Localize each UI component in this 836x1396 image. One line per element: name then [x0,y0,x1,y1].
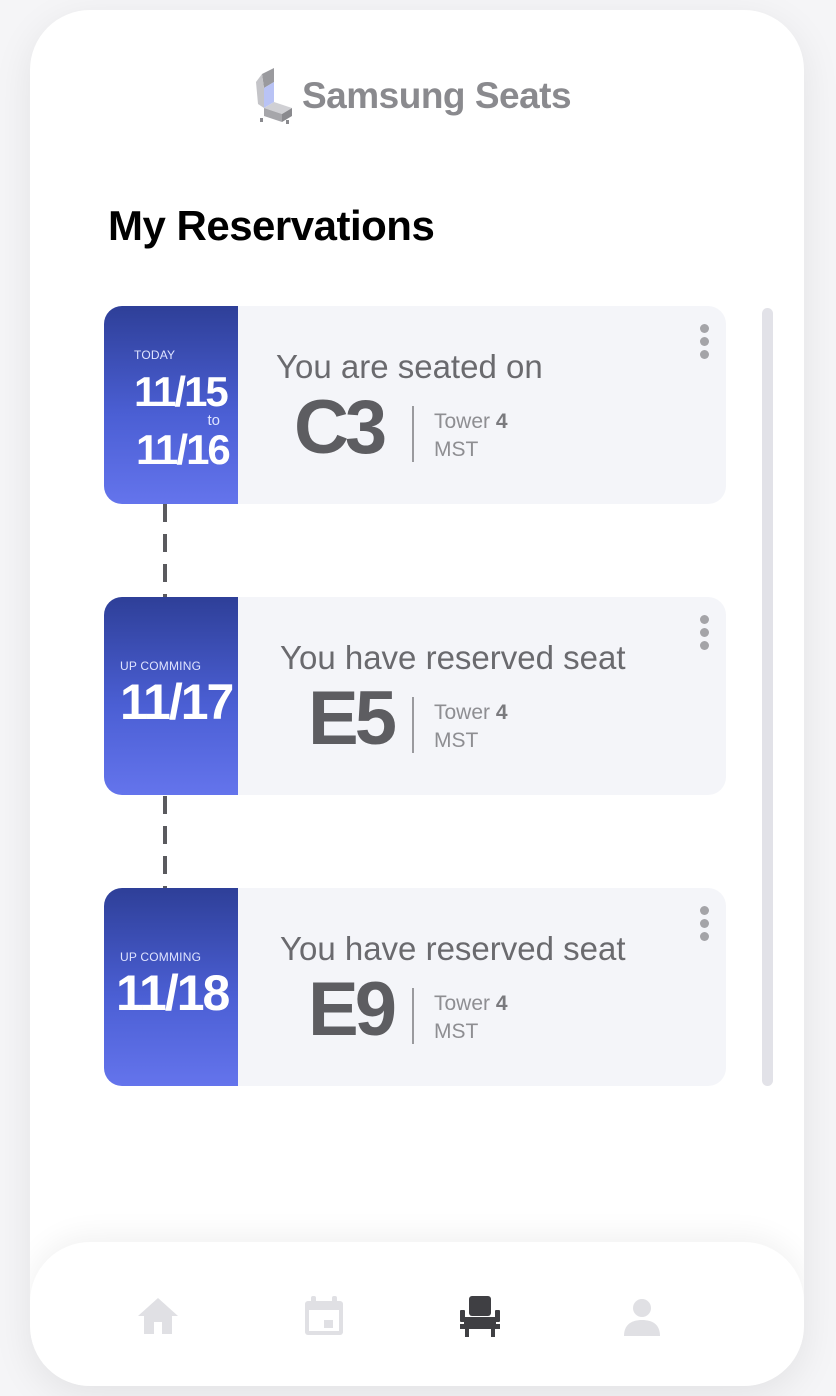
brand: Samsung Seats [252,66,572,126]
reservation-message: You have reserved seat [280,639,626,676]
tower-number: 4 [495,410,508,433]
seat-icon[interactable] [458,1294,502,1338]
reservation-date: 11/18 [116,965,230,1021]
seat-logo-icon [256,68,292,124]
more-options-icon[interactable] [700,324,710,362]
home-icon[interactable] [136,1294,180,1338]
date-to: 11/16 [136,426,231,473]
phone-frame: Samsung Seats My Reservations TODAY 11/1… [30,10,804,1386]
timezone: MST [434,1020,479,1043]
divider [412,988,414,1044]
tower-label: Tower [434,701,491,724]
more-options-icon[interactable] [700,615,710,653]
tower-number: 4 [495,701,508,724]
user-icon[interactable] [620,1294,664,1338]
reservation-message: You have reserved seat [280,930,626,967]
app-name: Samsung Seats [302,75,572,116]
seat-code: E5 [308,676,397,761]
bottom-navigation [30,1242,804,1386]
status-tag: UP COMMING [120,950,202,964]
tower-label: Tower [434,992,491,1015]
date-block: UP COMMING 11/17 [104,597,238,795]
divider [412,697,414,753]
more-options-icon[interactable] [700,906,710,944]
timezone: MST [434,729,479,752]
timeline-connector [163,504,167,598]
tower-info: Tower 4 MST [434,699,508,755]
calendar-icon[interactable] [302,1294,346,1338]
seat-code: C3 [294,385,387,470]
timeline-connector [163,796,167,888]
status-tag: UP COMMING [120,659,202,673]
tower-info: Tower 4 MST [434,408,508,464]
page-title: My Reservations [108,202,435,249]
divider [412,406,414,462]
timezone: MST [434,438,479,461]
scrollbar[interactable] [762,308,773,1086]
tower-info: Tower 4 MST [434,990,508,1046]
reservation-card[interactable]: UP COMMING 11/17 You have reserved seat … [104,597,726,795]
seat-code: E9 [308,967,397,1052]
status-tag: TODAY [134,348,176,362]
tower-number: 4 [495,992,508,1015]
tower-label: Tower [434,410,491,433]
date-from: 11/15 [134,368,229,415]
reservation-message: You are seated on [276,348,543,385]
reservation-card[interactable]: UP COMMING 11/18 You have reserved seat … [104,888,726,1086]
reservation-date: 11/17 [120,674,234,730]
reservation-card[interactable]: TODAY 11/15 to 11/16 You are seated on C… [104,306,726,504]
date-block: TODAY 11/15 to 11/16 [104,306,238,504]
date-block: UP COMMING 11/18 [104,888,238,1086]
